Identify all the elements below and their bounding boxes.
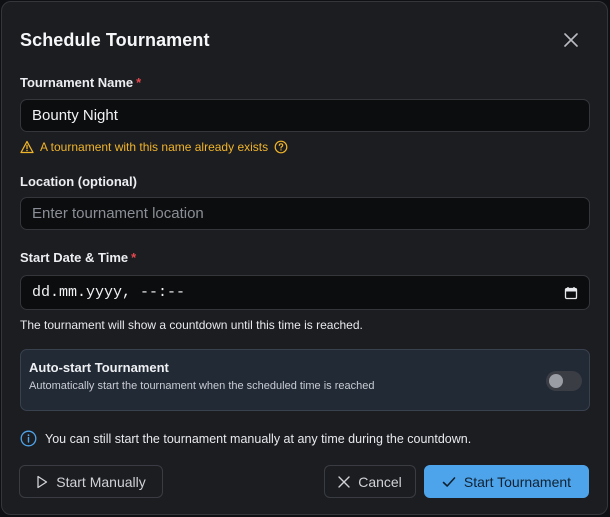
tournament-name-input[interactable] (20, 99, 590, 132)
auto-start-description: Automatically start the tournament when … (29, 380, 375, 392)
start-manually-label: Start Manually (56, 473, 146, 490)
close-icon[interactable] (561, 30, 581, 50)
check-icon (442, 476, 456, 488)
help-circle-icon[interactable] (274, 140, 288, 154)
tournament-name-label: Tournament Name * (20, 75, 141, 90)
start-datetime-label-text: Start Date & Time (20, 250, 129, 265)
required-mark: * (131, 250, 137, 265)
start-datetime-input[interactable]: dd.mm.yyyy, --:-- (20, 275, 590, 310)
calendar-icon[interactable] (564, 286, 578, 300)
datetime-value: dd.mm.yyyy, --:-- (32, 284, 186, 301)
toggle-knob (549, 374, 563, 388)
auto-start-toggle[interactable] (546, 371, 582, 391)
location-label: Location (optional) (20, 174, 137, 189)
dialog-title: Schedule Tournament (20, 30, 210, 50)
warning-text: A tournament with this name already exis… (40, 140, 269, 154)
auto-start-title: Auto-start Tournament (29, 360, 169, 375)
required-mark: * (136, 75, 142, 90)
close-icon (338, 475, 350, 488)
play-icon (36, 475, 48, 489)
manual-start-info: You can still start the tournament manua… (20, 430, 471, 447)
schedule-tournament-dialog: Schedule Tournament Tournament Name* A t… (1, 1, 608, 515)
cancel-button[interactable]: Cancel (324, 465, 416, 498)
tournament-name-label-text: Tournament Name (20, 75, 134, 90)
location-input[interactable] (20, 197, 590, 230)
start-manually-button[interactable]: Start Manually (19, 465, 163, 498)
auto-start-panel: Auto-start Tournament Automatically star… (20, 349, 590, 411)
duplicate-name-warning: A tournament with this name already exis… (20, 140, 288, 154)
info-text: You can still start the tournament manua… (45, 431, 472, 446)
start-tournament-button[interactable]: Start Tournament (424, 465, 589, 498)
info-icon (20, 430, 37, 447)
countdown-help-text: The tournament will show a countdown unt… (20, 318, 363, 332)
start-tournament-label: Start Tournament (463, 473, 572, 490)
cancel-label: Cancel (358, 473, 402, 490)
warning-icon (20, 140, 34, 154)
start-datetime-label: Start Date & Time * (20, 250, 136, 265)
